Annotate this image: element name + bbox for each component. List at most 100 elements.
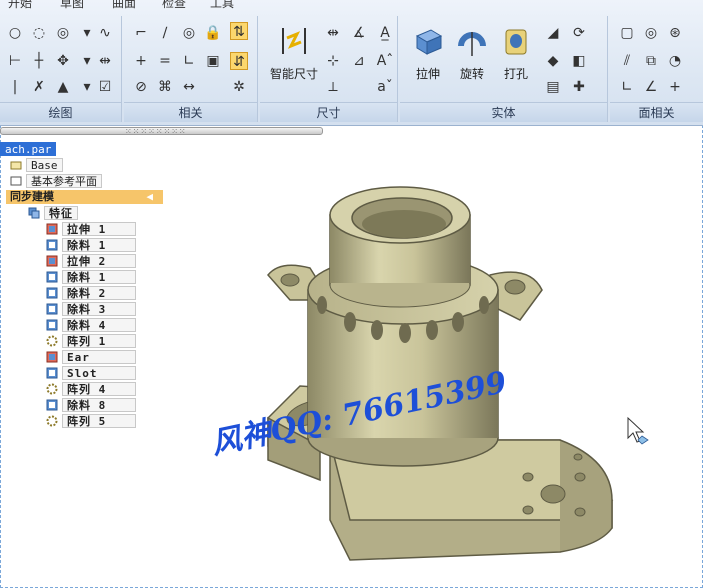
- pathfinder-tree: ach.par Base 基本参考平面 同步建模 ◀ 特征 拉伸 1 除料 1 拉伸…: [0, 140, 170, 440]
- angle-dimension-icon[interactable]: ∡: [350, 24, 368, 42]
- thin-wall-icon[interactable]: ◢: [544, 24, 562, 42]
- parallel-face-icon[interactable]: ⫽: [618, 52, 636, 70]
- smart-dimension-button[interactable]: 智能尺寸: [264, 24, 324, 82]
- triangle-icon[interactable]: ▲: [54, 78, 72, 96]
- symmetric-icon[interactable]: ⌘: [156, 78, 174, 96]
- chamfer-icon[interactable]: ◧: [570, 52, 588, 70]
- tree-feature-item[interactable]: 阵列 1: [46, 334, 136, 348]
- tree-root[interactable]: ach.par: [0, 142, 57, 156]
- spline-icon[interactable]: ∿: [96, 24, 114, 42]
- tree-feature-label: 除料 1: [62, 238, 136, 252]
- offset-face-icon[interactable]: ⧉: [642, 52, 660, 70]
- dropdown-icon[interactable]: ▾: [78, 52, 96, 70]
- tree-features[interactable]: 特征: [28, 206, 78, 220]
- mirror-icon[interactable]: ⇹: [96, 52, 114, 70]
- dimension-axis-icon[interactable]: ⟂: [324, 78, 342, 96]
- perpendicular-icon[interactable]: ∟: [180, 52, 198, 70]
- arc-icon[interactable]: ◌: [30, 24, 48, 42]
- cut-icon: [46, 367, 58, 379]
- dropdown-icon[interactable]: ▾: [78, 78, 96, 96]
- tree-feature-item[interactable]: 除料 4: [46, 318, 136, 332]
- text-increase-icon[interactable]: Aˆ: [376, 52, 394, 70]
- trim-icon[interactable]: ┼: [30, 52, 48, 70]
- tree-feature-label: 除料 3: [62, 302, 136, 316]
- pattern-icon[interactable]: ▤: [544, 78, 562, 96]
- text-decrease-icon[interactable]: aˇ: [376, 78, 394, 96]
- extrude-icon: [46, 351, 58, 363]
- round-icon[interactable]: ⟳: [570, 24, 588, 42]
- relationship-colors-icon[interactable]: ✲: [230, 78, 248, 96]
- tab-surface[interactable]: 曲面: [112, 0, 136, 11]
- group-label-dimension: 尺寸: [260, 102, 397, 122]
- group-label-relate: 相关: [124, 102, 257, 122]
- tree-feature-label: 除料 4: [62, 318, 136, 332]
- tree-feature-item[interactable]: Ear: [46, 350, 136, 364]
- group-solid: 拉伸 旋转 打孔 ◢ ⟳ ◆ ◧ ▤ ✚ 实体: [400, 16, 608, 122]
- coordinate-dimension-icon[interactable]: ⊹: [324, 52, 342, 70]
- tree-feature-item[interactable]: 拉伸 2: [46, 254, 136, 268]
- add-body-icon[interactable]: ✚: [570, 78, 588, 96]
- tree-feature-item[interactable]: 除料 1: [46, 238, 136, 252]
- hole-button[interactable]: 打孔: [492, 24, 540, 82]
- tree-feature-label: Slot: [62, 366, 136, 380]
- equal-icon[interactable]: =: [156, 52, 174, 70]
- extrude-button[interactable]: 拉伸: [404, 24, 452, 82]
- tree-sync-section[interactable]: 同步建模 ◀: [6, 190, 163, 204]
- horizontal-vertical-icon[interactable]: ↔: [180, 78, 198, 96]
- rigid-set-icon[interactable]: ▣: [204, 52, 222, 70]
- pane-splitter[interactable]: ⁙⁙⁙⁙⁙⁙⁙⁙: [0, 127, 323, 136]
- tree-feature-item[interactable]: 除料 8: [46, 398, 136, 412]
- move-icon[interactable]: ✥: [54, 52, 72, 70]
- angle-face-icon[interactable]: ∠: [642, 78, 660, 96]
- coplanar-icon[interactable]: ▢: [618, 24, 636, 42]
- tree-ref-planes[interactable]: 基本参考平面: [10, 174, 102, 188]
- concentric-face-icon[interactable]: ◎: [642, 24, 660, 42]
- dropdown-icon[interactable]: ▾: [78, 24, 96, 42]
- perpendicular-face-icon[interactable]: ∟: [618, 78, 636, 96]
- extrude-icon: [46, 255, 58, 267]
- distance-icon[interactable]: ⇹: [324, 24, 342, 42]
- connect-icon[interactable]: +: [132, 52, 150, 70]
- circle-icon[interactable]: ○: [6, 24, 24, 42]
- lock-icon[interactable]: 🔒: [204, 24, 222, 42]
- aligned-hole-icon[interactable]: +: [666, 78, 684, 96]
- text-style-icon[interactable]: A̲: [376, 24, 394, 42]
- delete-icon[interactable]: ✗: [30, 78, 48, 96]
- tree-feature-item[interactable]: 阵列 5: [46, 414, 136, 428]
- check-icon[interactable]: ☑: [96, 78, 114, 96]
- angle-icon[interactable]: ⌐: [132, 24, 150, 42]
- maintain-relationships-icon[interactable]: ⇵: [230, 52, 248, 70]
- tab-home[interactable]: 开始: [8, 0, 32, 11]
- draft-icon[interactable]: ◆: [544, 52, 562, 70]
- splitter-grip-icon[interactable]: ⁙⁙⁙⁙⁙⁙⁙⁙: [125, 128, 187, 136]
- symmetric-face-icon[interactable]: ⊛: [666, 24, 684, 42]
- tab-sketch[interactable]: 草图: [60, 0, 84, 11]
- smart-dimension-label: 智能尺寸: [269, 67, 318, 81]
- tree-features-label: 特征: [44, 206, 78, 220]
- tree-base[interactable]: Base: [10, 158, 63, 172]
- tree-sync-label: 同步建模: [10, 190, 54, 203]
- parallel-icon[interactable]: ∕: [156, 24, 174, 42]
- tab-tools[interactable]: 工具: [210, 0, 234, 11]
- pattern-icon: [46, 335, 58, 347]
- revolve-button[interactable]: 旋转: [448, 24, 496, 82]
- point-icon[interactable]: ⊢: [6, 52, 24, 70]
- tab-inspect[interactable]: 检查: [162, 0, 186, 11]
- tree-feature-item[interactable]: 除料 1: [46, 270, 136, 284]
- pattern-icon: [46, 383, 58, 395]
- tree-feature-item[interactable]: Slot: [46, 366, 136, 380]
- collapse-arrow-icon[interactable]: ◀: [146, 190, 153, 204]
- tree-feature-item[interactable]: 除料 2: [46, 286, 136, 300]
- line-icon[interactable]: |: [6, 78, 24, 96]
- ellipse-icon[interactable]: ◎: [54, 24, 72, 42]
- tree-feature-item[interactable]: 拉伸 1: [46, 222, 136, 236]
- symmetric-dimension-icon[interactable]: ⊿: [350, 52, 368, 70]
- tangent-icon[interactable]: ⊘: [132, 78, 150, 96]
- group-relate: ⌐ ∕ ◎ 🔒 ⇅ + = ∟ ▣ ⇵ ⊘ ⌘ ↔ ✲ 相关: [124, 16, 258, 122]
- relationship-handle-icon[interactable]: ⇅: [230, 22, 248, 40]
- tangent-face-icon[interactable]: ◔: [666, 52, 684, 70]
- tree-feature-item[interactable]: 除料 3: [46, 302, 136, 316]
- group-label-face-relate: 面相关: [610, 102, 703, 122]
- tree-feature-item[interactable]: 阵列 4: [46, 382, 136, 396]
- concentric-icon[interactable]: ◎: [180, 24, 198, 42]
